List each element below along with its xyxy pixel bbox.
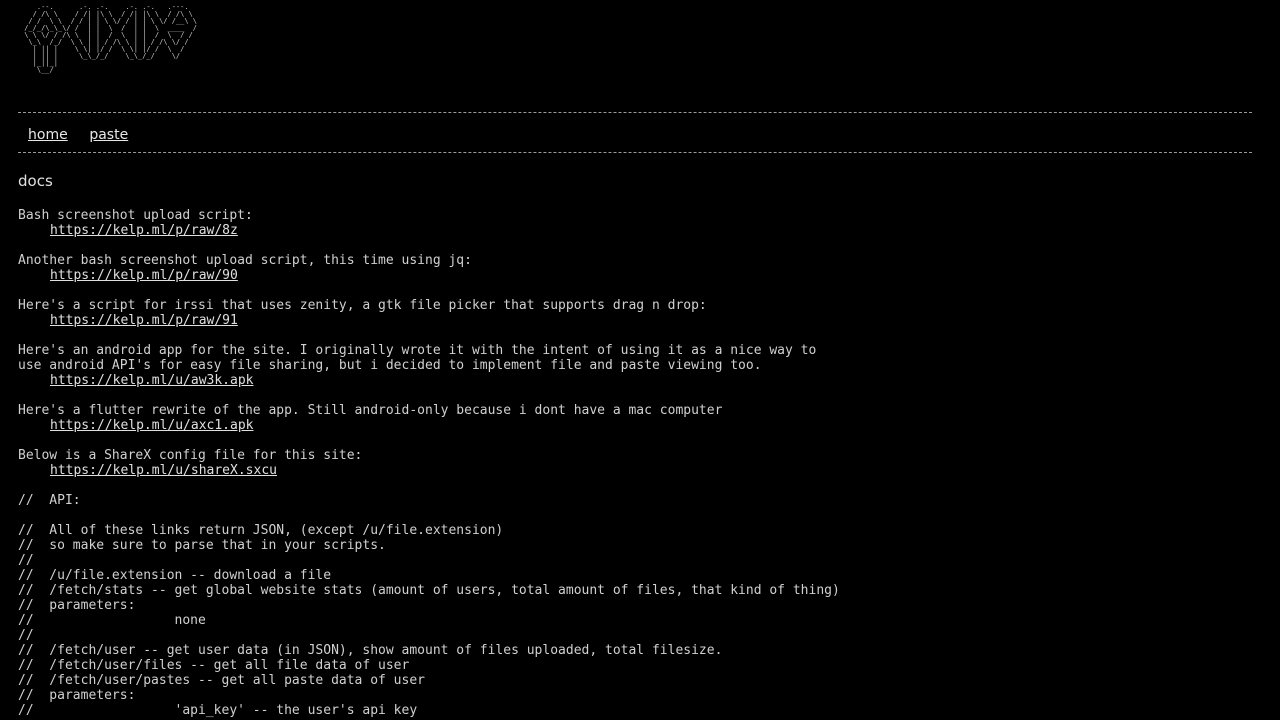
flutter-app-text: Here's a flutter rewrite of the app. Sti… xyxy=(18,403,723,418)
api-doc-line: // xyxy=(18,553,34,568)
sharex-config-link[interactable]: https://kelp.ml/u/shareX.sxcu xyxy=(50,463,277,478)
irssi-script-text: Here's a script for irssi that uses zeni… xyxy=(18,298,707,313)
android-app-text-line1: Here's an android app for the site. I or… xyxy=(18,343,817,358)
bash-jq-script-link[interactable]: https://kelp.ml/p/raw/90 xyxy=(50,268,238,283)
api-doc-line: // /u/file.extension -- download a file xyxy=(18,568,332,583)
api-doc-line: // xyxy=(18,628,34,643)
android-app-text-line2: use android API's for easy file sharing,… xyxy=(18,358,762,373)
api-doc-line: // 'api_key' -- the user's api key xyxy=(18,703,418,718)
site-logo: .--. .-. .-. .-. .-. .---. / /\ \ / /| |… xyxy=(24,3,198,74)
android-app-link[interactable]: https://kelp.ml/u/aw3k.apk xyxy=(50,373,254,388)
api-doc-line: // parameters: xyxy=(18,598,136,613)
irssi-script-link[interactable]: https://kelp.ml/p/raw/91 xyxy=(50,313,238,328)
docs-heading: docs xyxy=(18,172,53,190)
api-doc-line: // /fetch/user/files -- get all file dat… xyxy=(18,658,410,673)
api-doc-line: // so make sure to parse that in your sc… xyxy=(18,538,386,553)
nav-bar: home paste xyxy=(28,124,140,143)
bash-jq-script-text: Another bash screenshot upload script, t… xyxy=(18,253,472,268)
nav-home-link[interactable]: home xyxy=(28,127,68,143)
api-doc-line: // /fetch/user/pastes -- get all paste d… xyxy=(18,673,425,688)
bash-script-text: Bash screenshot upload script: xyxy=(18,208,253,223)
api-heading: // API: xyxy=(18,493,81,508)
api-doc-line: // parameters: xyxy=(18,688,136,703)
bash-script-link[interactable]: https://kelp.ml/p/raw/8z xyxy=(50,223,238,238)
api-doc-line: // /fetch/user -- get user data (in JSON… xyxy=(18,643,723,658)
api-doc-line: // All of these links return JSON, (exce… xyxy=(18,523,504,538)
api-doc-line: // /fetch/stats -- get global website st… xyxy=(18,583,840,598)
api-doc-line: // none xyxy=(18,613,206,628)
nav-divider xyxy=(18,152,1252,153)
top-divider xyxy=(18,112,1252,113)
nav-paste-link[interactable]: paste xyxy=(89,127,128,143)
flutter-app-link[interactable]: https://kelp.ml/u/axc1.apk xyxy=(50,418,254,433)
sharex-config-text: Below is a ShareX config file for this s… xyxy=(18,448,363,463)
